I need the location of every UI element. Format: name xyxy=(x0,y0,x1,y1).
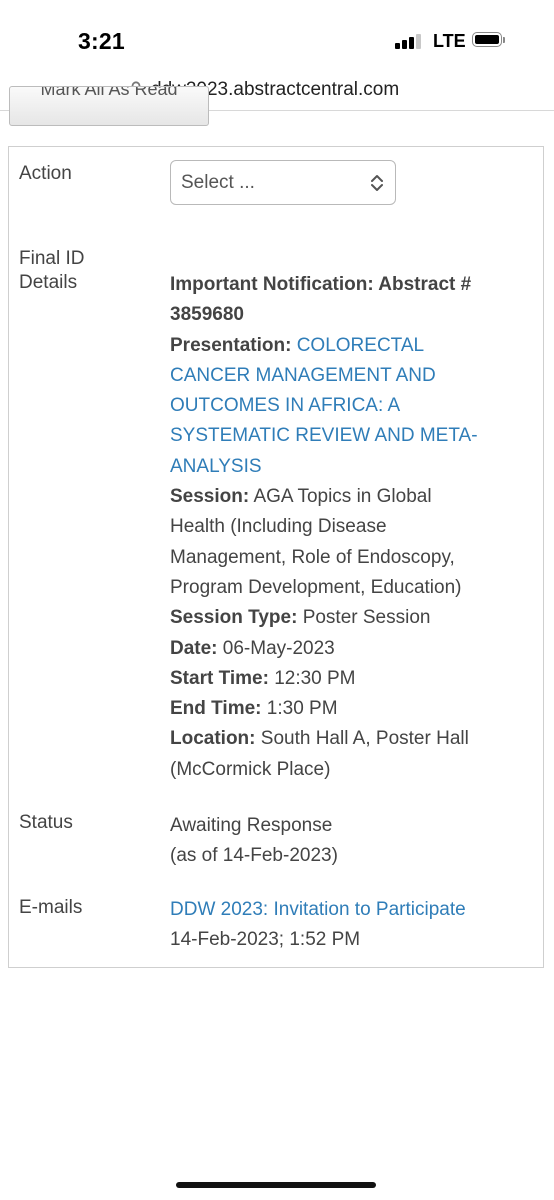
mark-all-as-read-label: Mark All As Read xyxy=(40,86,178,99)
action-select-value: Select ... xyxy=(181,172,255,193)
presentation-title-link-5[interactable]: ANALYSIS xyxy=(170,452,520,482)
status-value-block: Awaiting Response (as of 14-Feb-2023) xyxy=(170,811,520,872)
final-id-details: Important Notification: Abstract # 38596… xyxy=(170,270,520,785)
presentation-label: Presentation: xyxy=(170,334,292,356)
abstract-details-panel: Action Select ... Final ID Details Impor… xyxy=(8,146,544,968)
session-type-label: Session Type: xyxy=(170,607,298,629)
location-value-line2: (McCormick Place) xyxy=(170,758,331,780)
status-label: Status xyxy=(19,812,73,833)
session-line-3: Management, Role of Endoscopy, xyxy=(170,546,455,568)
status-as-of: (as of 14-Feb-2023) xyxy=(170,845,338,867)
cellular-signal-icon xyxy=(395,33,425,49)
session-type-value: Poster Session xyxy=(302,607,431,629)
end-time-value: 1:30 PM xyxy=(266,698,338,720)
presentation-title-link-2[interactable]: CANCER MANAGEMENT AND xyxy=(170,361,520,391)
date-value: 06-May-2023 xyxy=(222,637,335,659)
chevron-updown-icon xyxy=(371,175,383,191)
session-line-1: AGA Topics in Global xyxy=(253,486,432,508)
notification-heading: Important Notification: Abstract # xyxy=(170,274,472,295)
location-label: Location: xyxy=(170,728,256,750)
final-id-label-line2: Details xyxy=(19,272,78,293)
presentation-title-link-1[interactable]: COLORECTAL xyxy=(297,335,424,356)
presentation-title-link-4[interactable]: SYSTEMATIC REVIEW AND META- xyxy=(170,421,520,451)
emails-label: E-mails xyxy=(19,897,83,918)
location-value: South Hall A, Poster Hall xyxy=(260,728,469,750)
session-line-4: Program Development, Education) xyxy=(170,576,462,598)
emails-value-block: DDW 2023: Invitation to Participate 14-F… xyxy=(170,895,520,956)
email-timestamp: 14-Feb-2023; 1:52 PM xyxy=(170,929,361,951)
session-line-2: Health (Including Disease xyxy=(170,516,387,538)
network-type: LTE xyxy=(433,31,466,51)
final-id-label: Final ID Details xyxy=(19,247,84,295)
session-label: Session: xyxy=(170,486,250,508)
start-time-label: Start Time: xyxy=(170,667,269,689)
final-id-label-line1: Final ID xyxy=(19,248,85,269)
status-bar: 3:21 LTE xyxy=(0,0,554,74)
end-time-label: End Time: xyxy=(170,698,262,720)
email-invitation-link[interactable]: DDW 2023: Invitation to Participate xyxy=(170,895,520,925)
clock: 3:21 xyxy=(78,28,125,54)
home-indicator[interactable] xyxy=(176,1182,376,1188)
abstract-number: 3859680 xyxy=(170,304,244,326)
action-select[interactable]: Select ... xyxy=(170,160,396,205)
start-time-value: 12:30 PM xyxy=(274,667,356,689)
date-label: Date: xyxy=(170,637,218,659)
presentation-title-link-3[interactable]: OUTCOMES IN AFRICA: A xyxy=(170,391,520,421)
action-label: Action xyxy=(19,163,72,184)
battery-full-icon xyxy=(472,32,506,49)
mark-all-as-read-button[interactable]: Mark All As Read xyxy=(9,86,209,126)
status-value: Awaiting Response xyxy=(170,815,333,836)
